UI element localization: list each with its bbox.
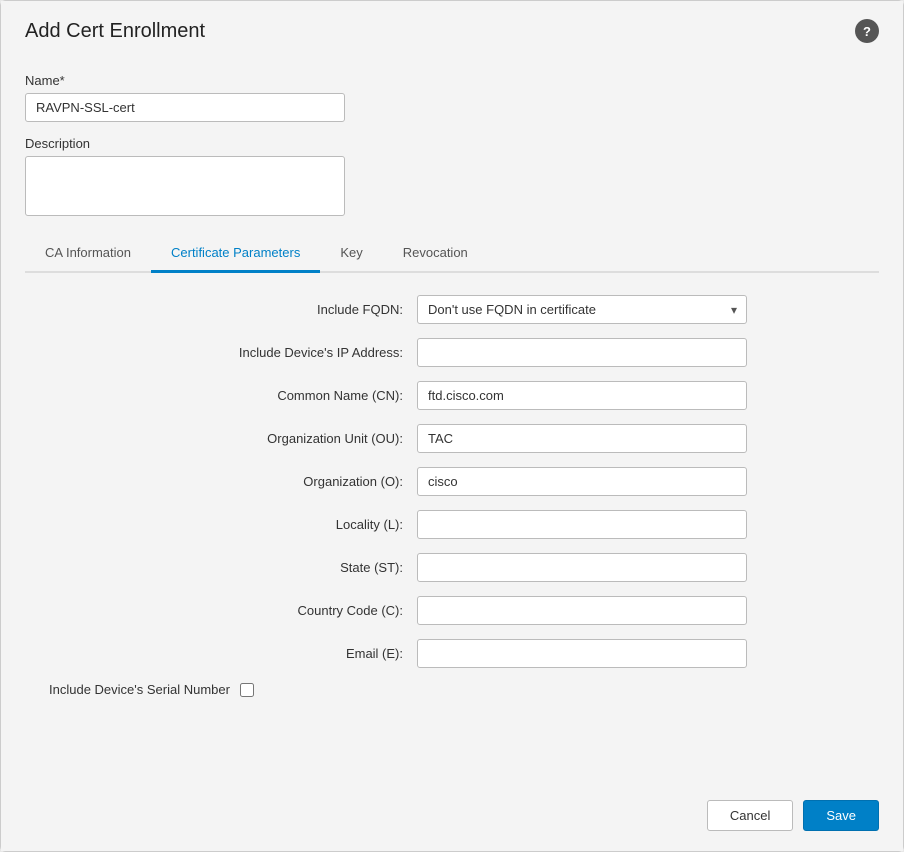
- org-input-wrapper: [417, 467, 747, 496]
- org-row: Organization (O):: [25, 467, 879, 496]
- include-device-ip-input-wrapper: [417, 338, 747, 367]
- include-device-ip-label: Include Device's IP Address:: [157, 345, 417, 360]
- org-input[interactable]: [417, 467, 747, 496]
- add-cert-enrollment-dialog: Add Cert Enrollment ? Name* Description …: [0, 0, 904, 852]
- include-fqdn-label: Include FQDN:: [157, 302, 417, 317]
- email-row: Email (E):: [25, 639, 879, 668]
- cancel-button[interactable]: Cancel: [707, 800, 793, 831]
- include-fqdn-row: Include FQDN: Don't use FQDN in certific…: [25, 295, 879, 324]
- name-field-group: Name*: [25, 73, 879, 122]
- org-unit-input-wrapper: [417, 424, 747, 453]
- country-code-row: Country Code (C):: [25, 596, 879, 625]
- name-label: Name*: [25, 73, 879, 88]
- tab-content-certificate-parameters: Include FQDN: Don't use FQDN in certific…: [25, 273, 879, 697]
- dialog-footer: Cancel Save: [1, 784, 903, 851]
- email-input-wrapper: [417, 639, 747, 668]
- org-unit-input[interactable]: [417, 424, 747, 453]
- state-input-wrapper: [417, 553, 747, 582]
- common-name-input-wrapper: [417, 381, 747, 410]
- country-code-input-wrapper: [417, 596, 747, 625]
- email-label: Email (E):: [157, 646, 417, 661]
- locality-row: Locality (L):: [25, 510, 879, 539]
- serial-number-checkbox[interactable]: [240, 683, 254, 697]
- description-field-group: Description: [25, 136, 879, 221]
- country-code-input[interactable]: [417, 596, 747, 625]
- tabs-container: CA Information Certificate Parameters Ke…: [25, 235, 879, 273]
- locality-input[interactable]: [417, 510, 747, 539]
- include-device-ip-row: Include Device's IP Address:: [25, 338, 879, 367]
- state-input[interactable]: [417, 553, 747, 582]
- dialog-title: Add Cert Enrollment: [25, 20, 205, 43]
- dialog-body: Name* Description CA Information Certifi…: [1, 57, 903, 784]
- description-input[interactable]: [25, 156, 345, 216]
- tab-key[interactable]: Key: [320, 235, 382, 273]
- description-label: Description: [25, 136, 879, 151]
- dialog-header: Add Cert Enrollment ?: [1, 1, 903, 57]
- save-button[interactable]: Save: [803, 800, 879, 831]
- email-input[interactable]: [417, 639, 747, 668]
- org-unit-row: Organization Unit (OU):: [25, 424, 879, 453]
- include-fqdn-select[interactable]: Don't use FQDN in certificate Use device…: [417, 295, 747, 324]
- state-row: State (ST):: [25, 553, 879, 582]
- serial-number-label: Include Device's Serial Number: [49, 682, 230, 697]
- org-label: Organization (O):: [157, 474, 417, 489]
- locality-input-wrapper: [417, 510, 747, 539]
- include-device-ip-input[interactable]: [417, 338, 747, 367]
- locality-label: Locality (L):: [157, 517, 417, 532]
- country-code-label: Country Code (C):: [157, 603, 417, 618]
- org-unit-label: Organization Unit (OU):: [157, 431, 417, 446]
- common-name-input[interactable]: [417, 381, 747, 410]
- include-fqdn-select-wrapper: Don't use FQDN in certificate Use device…: [417, 295, 747, 324]
- tab-revocation[interactable]: Revocation: [383, 235, 488, 273]
- common-name-label: Common Name (CN):: [157, 388, 417, 403]
- help-icon[interactable]: ?: [855, 19, 879, 43]
- state-label: State (ST):: [157, 560, 417, 575]
- tab-ca-information[interactable]: CA Information: [25, 235, 151, 273]
- include-fqdn-input-wrapper: Don't use FQDN in certificate Use device…: [417, 295, 747, 324]
- name-input[interactable]: [25, 93, 345, 122]
- tab-certificate-parameters[interactable]: Certificate Parameters: [151, 235, 320, 273]
- common-name-row: Common Name (CN):: [25, 381, 879, 410]
- serial-number-row: Include Device's Serial Number: [25, 682, 879, 697]
